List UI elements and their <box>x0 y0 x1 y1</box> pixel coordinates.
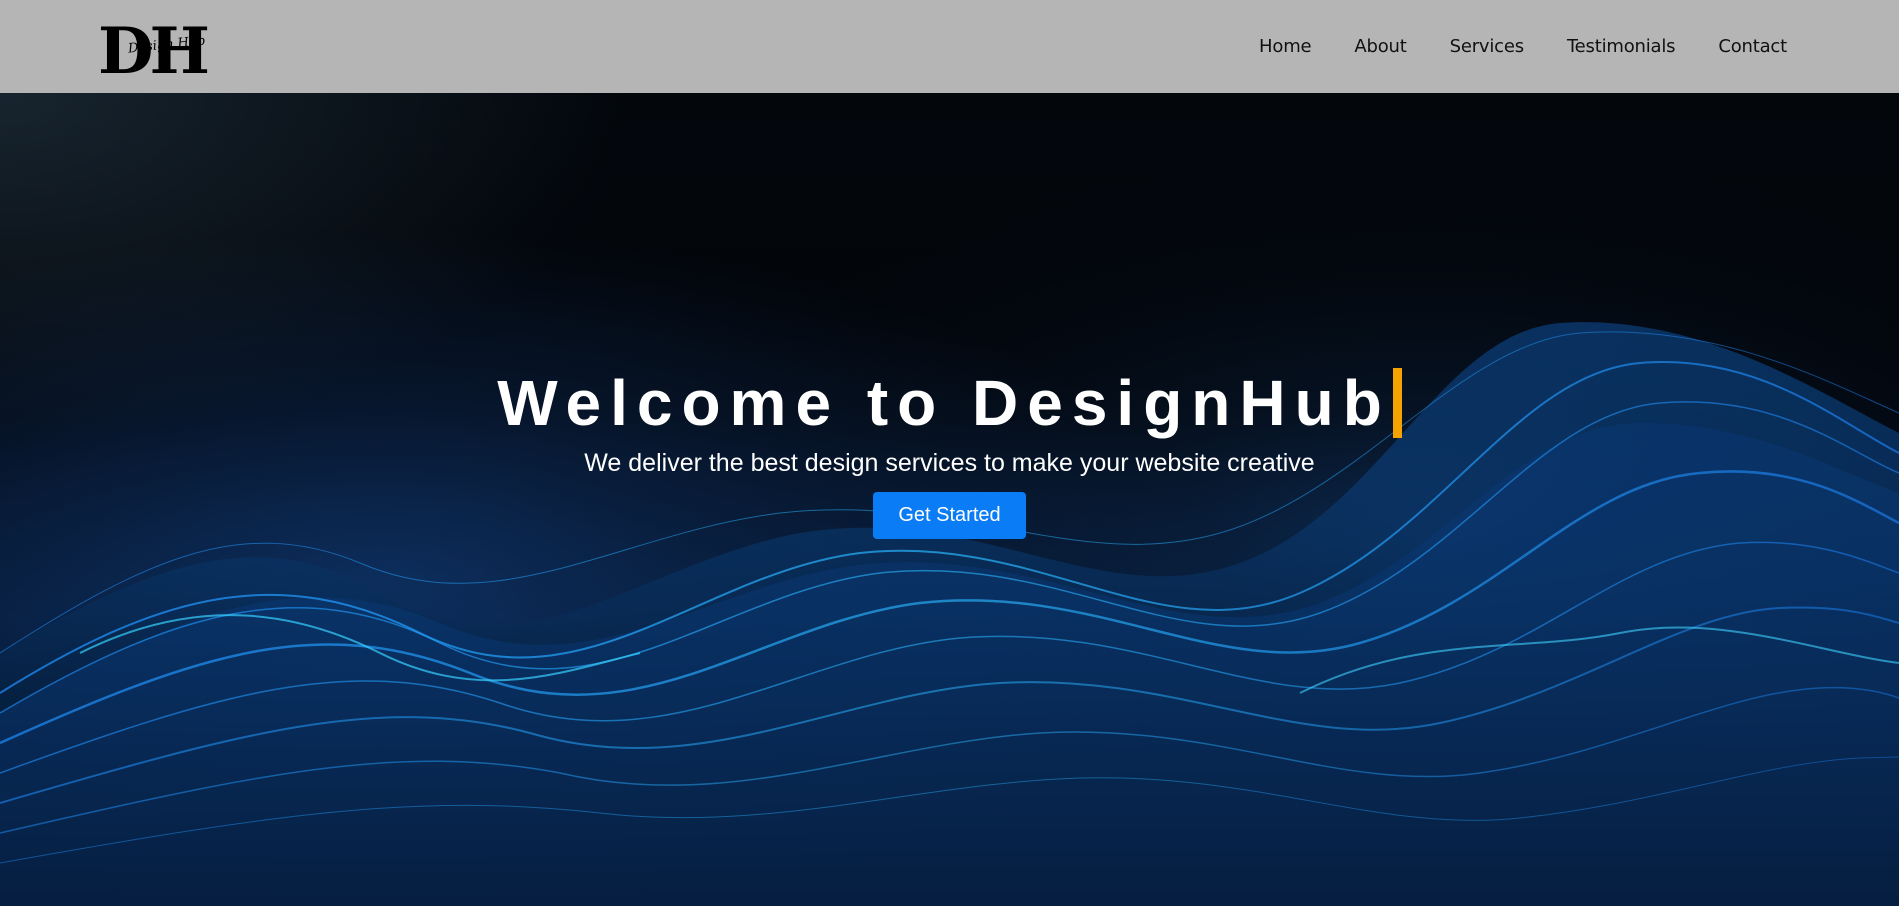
nav-home[interactable]: Home <box>1259 36 1312 57</box>
nav-contact[interactable]: Contact <box>1718 36 1787 57</box>
hero-title: Welcome to DesignHub <box>497 365 1402 441</box>
nav-about[interactable]: About <box>1354 36 1406 57</box>
hero-title-text: Welcome to DesignHub <box>497 367 1391 439</box>
logo-mark: DH Design Hub <box>98 14 212 89</box>
main-nav: Home About Services Testimonials Contact <box>1216 36 1787 57</box>
hero-subtitle: We deliver the best design services to m… <box>584 449 1315 477</box>
designhub-logo[interactable]: DH Design Hub <box>98 14 212 89</box>
site-header: DH Design Hub Home About Services Testim… <box>0 0 1899 93</box>
nav-services[interactable]: Services <box>1450 36 1525 57</box>
hero-section: Welcome to DesignHub We deliver the best… <box>0 93 1899 906</box>
get-started-button[interactable]: Get Started <box>873 492 1026 539</box>
nav-testimonials[interactable]: Testimonials <box>1567 36 1676 57</box>
typing-cursor <box>1392 368 1402 438</box>
hero-content: Welcome to DesignHub We deliver the best… <box>0 365 1899 539</box>
